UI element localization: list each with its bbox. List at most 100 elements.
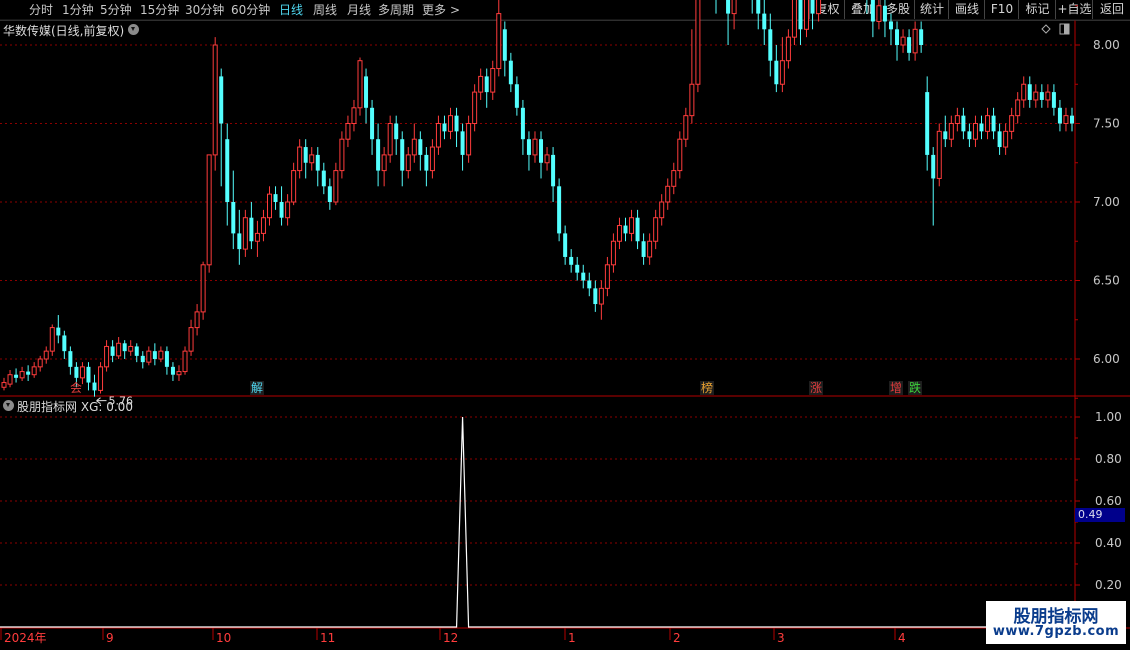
candle-body	[756, 0, 761, 14]
candle-body	[641, 241, 646, 257]
candle-body	[979, 123, 984, 132]
candle-body	[677, 138, 683, 172]
candle-body	[411, 138, 417, 156]
candle-body	[116, 342, 122, 357]
candle-body	[260, 217, 266, 234]
candle-body	[985, 115, 991, 132]
candle-body	[731, 0, 737, 15]
candle-body	[62, 335, 67, 352]
candle-body	[870, 0, 875, 22]
candle-body	[170, 366, 175, 375]
indicator-grid: 1.00 0.80 0.60 0.40 0.20	[0, 410, 1122, 607]
candle-body	[74, 366, 79, 378]
price-tick-label: 7.50	[1093, 117, 1120, 131]
xg-line	[0, 416, 1075, 628]
time-axis-label: 4	[898, 631, 906, 645]
candle-body	[1, 382, 7, 388]
candle-body	[791, 0, 797, 38]
candle-body	[1009, 115, 1015, 132]
candle-body	[665, 185, 671, 203]
event-marker: 解	[251, 381, 263, 395]
candle-body	[991, 115, 996, 132]
candle-body	[212, 44, 218, 156]
indicator-value: 0.00	[106, 400, 133, 414]
candle-body	[484, 76, 489, 93]
candle-body	[557, 186, 562, 234]
candle-body	[14, 374, 19, 378]
candle-body	[92, 382, 97, 391]
candle-body	[321, 170, 326, 187]
indicator-tick-label: 0.20	[1095, 578, 1122, 592]
candle-body	[315, 154, 320, 171]
candle-body	[381, 154, 387, 172]
candle-body	[400, 139, 405, 171]
event-marker: 增	[890, 381, 902, 395]
candle-body	[31, 366, 37, 376]
candle-body	[1027, 84, 1032, 100]
candle-body	[104, 345, 110, 368]
time-axis-label: 11	[320, 631, 335, 645]
candle-body	[146, 350, 152, 363]
candle-body	[539, 139, 544, 163]
indicator-menu-icon[interactable]	[3, 400, 14, 411]
candle-body	[110, 346, 115, 356]
candle-body	[164, 351, 169, 367]
candle-body	[134, 346, 139, 356]
candle-body	[816, 0, 822, 15]
candle-body	[182, 350, 188, 373]
candle-body	[900, 36, 906, 46]
candle-body	[1003, 130, 1009, 148]
candle-body	[954, 115, 960, 125]
time-axis-label: 2024年	[4, 631, 47, 645]
candle-body	[1045, 91, 1051, 101]
time-axis-label: 2	[673, 631, 681, 645]
indicator-current-badge: 0.49	[1075, 508, 1125, 522]
candle-body	[943, 131, 948, 140]
candle-body	[895, 29, 900, 45]
candle-body	[254, 232, 260, 242]
candle-body	[339, 138, 345, 172]
indicator-label: XG:	[80, 400, 103, 414]
candle-body	[394, 123, 399, 140]
candle-body	[810, 0, 815, 14]
candle-body	[647, 240, 653, 258]
candle-body	[19, 371, 25, 379]
candle-body	[575, 264, 580, 273]
candle-body	[587, 280, 592, 289]
candle-body	[86, 366, 91, 383]
candle-body	[37, 358, 43, 368]
candle-body	[418, 139, 423, 155]
candle-body	[122, 343, 127, 352]
candle-body	[303, 147, 308, 163]
candle-body	[948, 123, 954, 140]
candle-body	[912, 28, 918, 54]
candle-body	[726, 0, 731, 14]
candle-body	[448, 115, 454, 132]
candle-body	[967, 131, 972, 140]
candle-body	[206, 154, 212, 266]
candle-body	[49, 327, 55, 352]
candle-body	[551, 154, 556, 187]
candle-body	[1063, 115, 1069, 125]
candle-body	[490, 68, 496, 93]
candle-body	[158, 350, 164, 360]
candle-body	[508, 60, 513, 85]
price-tick-label: 6.00	[1093, 352, 1120, 366]
candle-body	[659, 201, 665, 219]
candle-body	[56, 327, 61, 336]
indicator-tick-label: 0.80	[1095, 452, 1122, 466]
candle-body	[502, 29, 507, 61]
candle-body	[623, 225, 628, 234]
price-tick-label: 8.00	[1093, 38, 1120, 52]
candle-body	[563, 233, 568, 257]
time-axis: 2024年 9 10 11 12 1 2 3 4	[0, 628, 906, 645]
candle-body	[779, 60, 785, 85]
time-axis-label: 10	[216, 631, 231, 645]
candle-body	[653, 217, 659, 242]
candle-body	[762, 13, 767, 30]
candle-body	[472, 91, 478, 124]
stock-menu-icon[interactable]	[128, 24, 139, 35]
candle-body	[1033, 91, 1039, 101]
candle-body	[152, 351, 157, 359]
candle-body	[466, 123, 472, 156]
